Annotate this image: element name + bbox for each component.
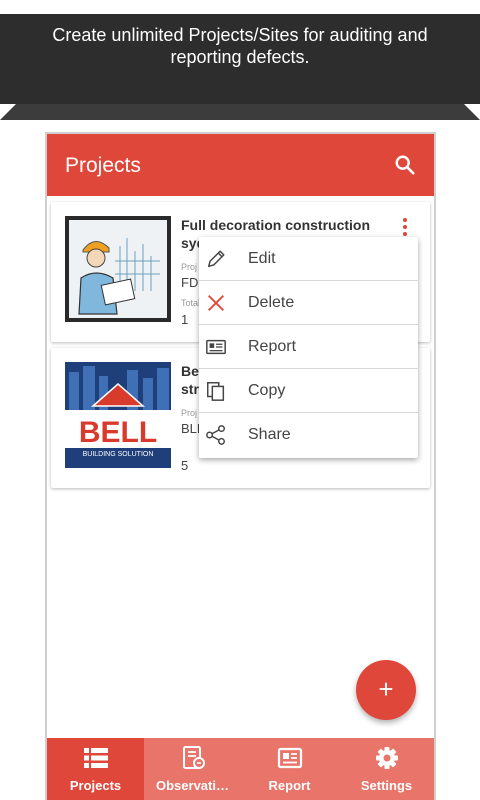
menu-label: Share (248, 426, 291, 443)
menu-item-delete[interactable]: Delete (199, 281, 418, 325)
app-bar: Projects (47, 134, 434, 196)
menu-label: Report (248, 338, 297, 355)
menu-item-share[interactable]: Share (199, 413, 418, 457)
report-icon (206, 339, 226, 355)
total-count: 1 (181, 312, 189, 327)
project-code-label: Proj (181, 408, 198, 418)
observation-icon (183, 746, 205, 769)
close-icon (208, 295, 224, 311)
banner-fold-left (0, 104, 16, 120)
total-label: Total (181, 298, 201, 308)
report-icon (277, 747, 303, 769)
menu-label: Delete (248, 294, 295, 311)
nav-label: Observati… (156, 778, 229, 793)
logo-subtext: BUILDING SOLUTION (83, 451, 154, 458)
menu-label: Copy (248, 382, 286, 399)
project-thumbnail: BELL BUILDING SOLUTION (65, 362, 171, 468)
nav-observations[interactable]: Observati… (144, 738, 241, 800)
nav-label: Projects (69, 778, 122, 793)
nav-label: Report (268, 778, 311, 793)
nav-settings[interactable]: Settings (338, 738, 434, 800)
context-menu: Edit Delete Report Copy Share (199, 237, 418, 458)
logo-text: BELL (79, 416, 157, 449)
menu-item-copy[interactable]: Copy (199, 369, 418, 413)
banner-text: Create unlimited Projects/Sites for audi… (52, 25, 428, 67)
banner-fold-right (464, 104, 480, 120)
project-thumbnail (65, 216, 171, 322)
nav-projects[interactable]: Projects (47, 738, 144, 800)
project-code-label: Proj (181, 262, 198, 272)
menu-item-edit[interactable]: Edit (199, 237, 418, 281)
nav-report[interactable]: Report (241, 738, 338, 800)
add-project-button[interactable]: + (356, 660, 416, 720)
menu-item-report[interactable]: Report (199, 325, 418, 369)
search-icon[interactable] (394, 154, 416, 176)
copy-icon (207, 382, 225, 401)
pencil-icon (207, 250, 225, 268)
menu-label: Edit (248, 250, 276, 267)
nav-label: Settings (360, 778, 413, 793)
list-icon (84, 748, 108, 768)
banner-ribbon (0, 104, 480, 120)
page-title: Projects (65, 154, 141, 177)
gear-icon (376, 747, 398, 769)
share-icon (206, 425, 225, 445)
total-count: 5 (181, 458, 189, 473)
bottom-navigation: Projects Observati… Report Settings (47, 738, 434, 800)
